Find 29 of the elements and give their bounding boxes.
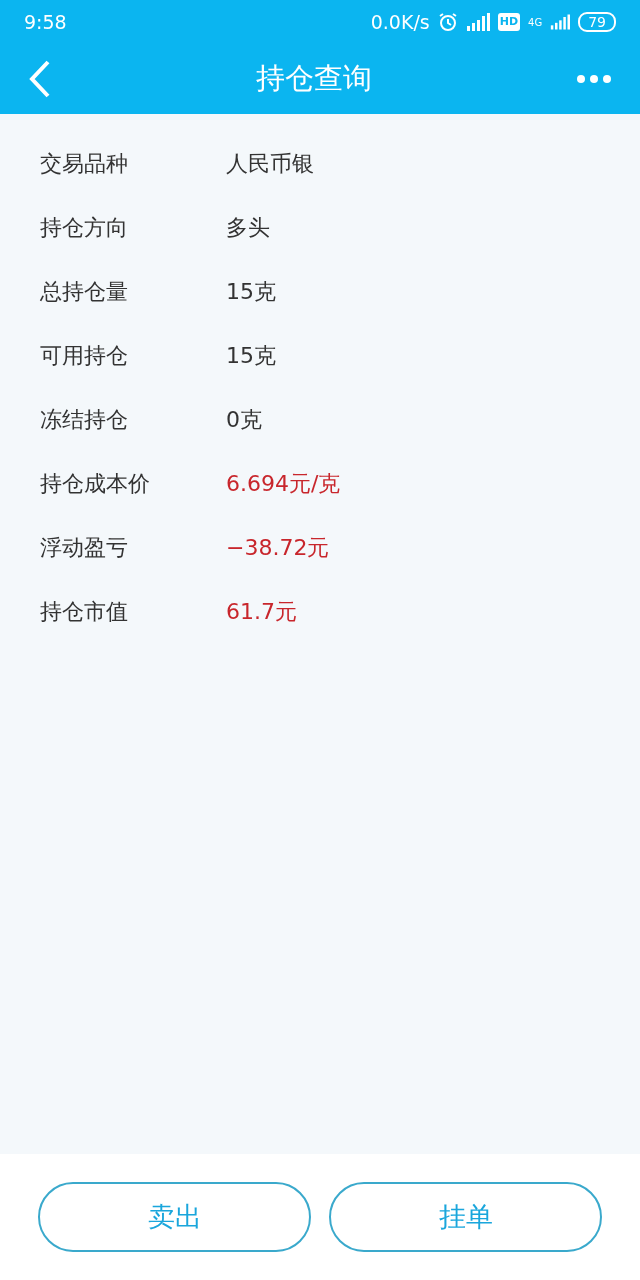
field-label: 持仓成本价 [40,469,151,498]
order-button[interactable]: 挂单 [329,1182,602,1252]
field-value: 6.694元/克 [226,469,341,498]
battery-level: 79 [578,12,616,32]
hd-badge: HD [497,12,521,32]
field-label: 浮动盈亏 [40,533,129,562]
network-type: 4G [528,15,543,30]
field-label: 冻结持仓 [40,405,129,434]
field-value: 61.7元 [226,597,297,626]
sell-button[interactable]: 卖出 [38,1182,311,1252]
network-speed: 0.0K/s [370,9,430,35]
field-value: 人民币银 [226,149,314,178]
field-label: 持仓方向 [40,213,129,242]
field-label: 可用持仓 [40,341,129,370]
alarm-icon [437,12,458,32]
status-time: 9:58 [24,9,67,35]
field-value: 0克 [226,405,262,434]
back-icon[interactable] [28,59,52,99]
signal-icon [465,13,490,31]
more-icon[interactable] [576,74,612,84]
field-value: 15克 [226,277,276,306]
field-value: −38.72元 [226,533,330,562]
field-label: 总持仓量 [40,277,129,306]
field-value: 多头 [226,213,270,242]
field-value: 15克 [226,341,276,370]
signal-icon [550,13,571,31]
field-label: 交易品种 [40,149,129,178]
field-label: 持仓市值 [40,597,129,626]
page-title: 持仓查询 [256,60,372,98]
